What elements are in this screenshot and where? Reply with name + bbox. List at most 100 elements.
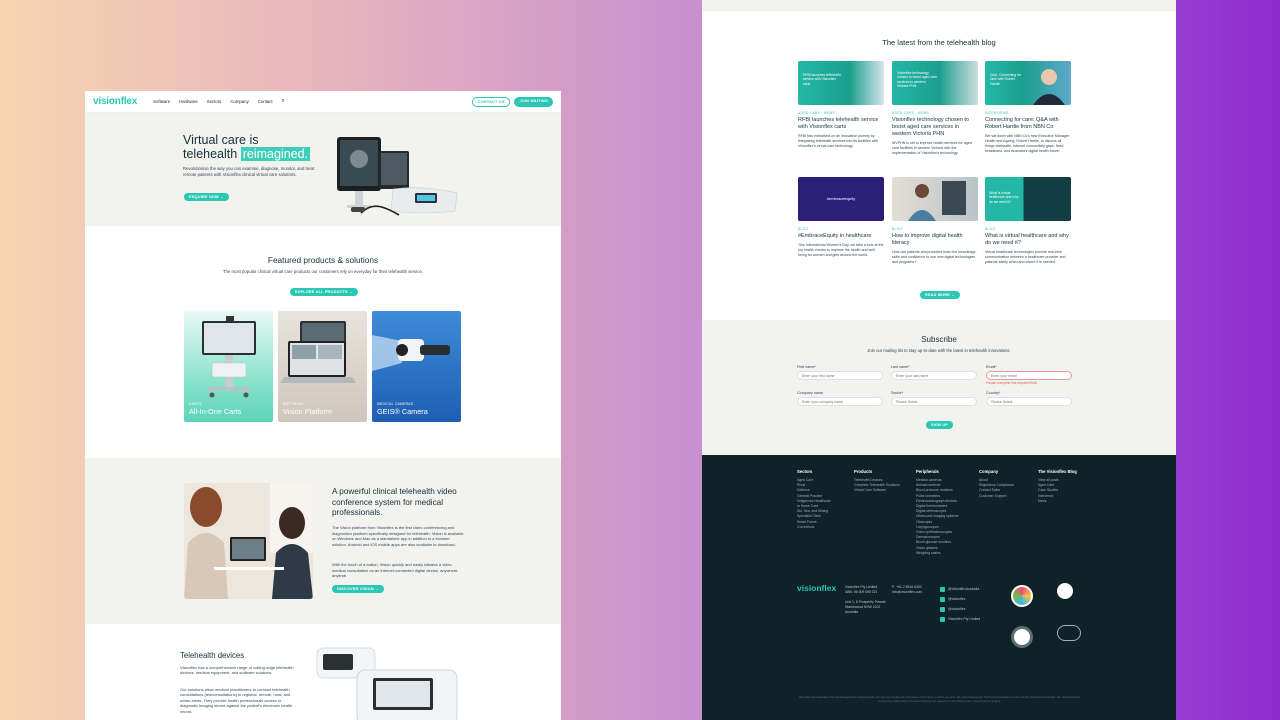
twitter-link[interactable]: @visionflex	[940, 604, 980, 614]
blog-excerpt: RFBI has embarked on an innovative journ…	[798, 134, 879, 148]
footer-col-blog: The Visionflex Blog View all posts Aged …	[1038, 469, 1077, 504]
footer-link[interactable]: Virtual Care Software	[854, 488, 900, 493]
telehealth-devices-section: Telehealth devices Visionflex has a comp…	[85, 624, 561, 720]
featured-products-section: Featured products & solutions The most p…	[85, 226, 561, 458]
blog-card[interactable]: RFBI launches telehealth service with Vi…	[798, 61, 884, 149]
blog-tag: INTERVIEWS	[985, 111, 1009, 115]
blog-tag: AGED CARE · NEWS	[798, 111, 836, 115]
contact-us-button[interactable]: CONTACT US	[471, 96, 511, 107]
nav-item-sectors[interactable]: Sectors	[207, 99, 222, 104]
country-select[interactable]	[986, 397, 1072, 406]
card-title: All-In-One Carts	[189, 407, 242, 416]
card-tag: MEDICAL CAMERAS	[377, 402, 414, 406]
facebook-icon	[940, 586, 945, 592]
blog-excerpt: WVPHN is set to improve health services …	[892, 141, 972, 155]
explore-products-button[interactable]: EXPLORE ALL PRODUCTS →	[290, 288, 358, 296]
product-card-carts[interactable]: CARTS All-In-One Carts	[184, 311, 273, 422]
product-card-vision[interactable]: SOFTWARE Vision Platform	[278, 311, 367, 422]
footer-link[interactable]: Blood pressure monitors	[916, 488, 959, 493]
blog-post-title[interactable]: Connecting for care: Q&A with Robert Har…	[985, 117, 1071, 131]
blog-tag: BLOG	[798, 227, 809, 231]
footer-col-company: Company About Regulatory Compliance Cont…	[979, 469, 1015, 499]
blog-card-image: What is virtual healthcare and why do we…	[985, 177, 1071, 221]
devices-body-2: Our solutions allow medical practitioner…	[180, 687, 293, 714]
blog-post-title[interactable]: Visionflex technology chosen to boost ag…	[892, 117, 978, 138]
featured-subtitle: The most popular clinical virtual care p…	[222, 269, 424, 274]
homepage-preview: visionflex Software Hardware Sectors Com…	[85, 91, 561, 720]
footer-col-products: Products Telehealth Devices Complete Tel…	[854, 469, 900, 493]
footer-link[interactable]: Corrections	[797, 525, 831, 530]
youtube-link[interactable]: Visionflex Pty Limited	[940, 614, 980, 624]
vision-body-2: With the touch of a button, Vision quick…	[332, 562, 459, 579]
hero-body: Revolutionise the way you can examine, d…	[183, 166, 315, 177]
read-more-button[interactable]: READ MORE →	[920, 291, 961, 299]
search-icon[interactable]: ⌕	[282, 98, 285, 105]
blog-card[interactable]: Q&A: Connecting for care with Robert Har…	[985, 61, 1071, 154]
blog-tag: BLOG	[985, 227, 996, 231]
vision-title: A powerful clinical telehealth video con…	[332, 487, 457, 517]
hero-section: Virtual care is telehealth reimagined. R…	[85, 113, 561, 226]
footer: Sectors Aged Care Rural Defence General …	[702, 455, 1176, 720]
blog-footer-preview: The latest from the telehealth blog RFBI…	[702, 0, 1176, 720]
join-button[interactable]: JOIN WAITING	[514, 96, 553, 107]
last-name-input[interactable]	[891, 371, 977, 380]
blog-post-title[interactable]: #EmbraceEquity in healthcare	[798, 233, 884, 240]
blog-card[interactable]: BLOG How to improve digital health liter…	[892, 177, 978, 265]
blog-excerpt: Virtual healthcare technologies provide …	[985, 250, 1066, 264]
social-links: @VisionflexAustralia @visionflex @vision…	[940, 584, 980, 624]
company-address: Unit 1, 8 Prosperity Parade Warriewood N…	[845, 600, 886, 614]
company-input[interactable]	[797, 397, 883, 406]
subscribe-description: Join our mailing list to stay up-to-date…	[867, 348, 1011, 353]
devices-body-1: Visionflex has a comprehensive range of …	[180, 665, 294, 676]
email-input[interactable]	[986, 371, 1072, 380]
brand-logo[interactable]: visionflex	[93, 96, 137, 107]
product-card-camera[interactable]: MEDICAL CAMERAS GEIS® Camera	[372, 311, 461, 422]
first-name-field: First name*	[797, 365, 883, 380]
instagram-link[interactable]: @visionflex	[940, 594, 980, 604]
vision-section: A powerful clinical telehealth video con…	[85, 458, 561, 624]
blog-card[interactable]: What is virtual healthcare and why do we…	[985, 177, 1071, 265]
blog-card-image: Q&A: Connecting for care with Robert Har…	[985, 61, 1071, 105]
blog-post-title[interactable]: How to improve digital health literacy	[892, 233, 978, 247]
blog-card-image: Visionflex technology chosen to boost ag…	[892, 61, 978, 105]
sign-up-button[interactable]: SIGN UP	[926, 421, 954, 429]
country-field: Country*	[986, 391, 1072, 406]
footer-link[interactable]: News	[1038, 499, 1077, 504]
nav-item-hardware[interactable]: Hardware	[179, 99, 198, 104]
certification-badge-icon	[1011, 585, 1033, 607]
telehealth-device-image	[337, 137, 458, 216]
footer-link[interactable]: Ultrasound imaging systems	[916, 514, 959, 519]
blog-post-title[interactable]: What is virtual healthcare and why do we…	[985, 233, 1071, 247]
certification-seal-icon	[1011, 626, 1033, 648]
blog-post-title[interactable]: RFBI launches telehealth service with Vi…	[798, 117, 884, 131]
nav-item-contact[interactable]: Contact	[258, 99, 273, 104]
sector-field: Sector*	[891, 391, 977, 406]
twitter-icon	[940, 606, 945, 612]
blog-excerpt: How can patients and providers learn the…	[892, 250, 977, 264]
footer-logo[interactable]: visionflex	[797, 583, 836, 593]
email-error: Please complete this required field.	[986, 381, 1038, 385]
blog-card[interactable]: #embraceequity BLOG #EmbraceEquity in he…	[798, 177, 884, 258]
blog-tag: AGED CARE · NEWS	[892, 111, 930, 115]
telehealth-devices-image	[316, 647, 458, 720]
devices-title: Telehealth devices	[180, 651, 245, 660]
vision-body-1: The Vision platform from Visionflex is t…	[332, 525, 464, 547]
blog-card[interactable]: Visionflex technology chosen to boost ag…	[892, 61, 978, 156]
nav-item-software[interactable]: Software	[153, 99, 170, 104]
sector-select[interactable]	[891, 397, 977, 406]
discover-vision-button[interactable]: DISCOVER VISION →	[332, 585, 385, 593]
footer-link[interactable]: Weighing scales	[916, 551, 959, 556]
enquire-now-button[interactable]: ENQUIRE NOW →	[184, 193, 230, 201]
top-band	[702, 0, 1176, 11]
partner-logo-icon	[1057, 583, 1073, 599]
featured-title: Featured products & solutions	[267, 255, 379, 265]
facebook-link[interactable]: @VisionflexAustralia	[940, 584, 980, 594]
blog-card-image: #embraceequity	[798, 177, 884, 221]
footer-link[interactable]: Customer Support	[979, 494, 1014, 499]
youtube-icon	[940, 616, 945, 622]
video-consultation-photo	[184, 483, 313, 599]
instagram-icon	[940, 596, 945, 602]
nav-item-company[interactable]: Company	[230, 99, 248, 104]
email-link[interactable]: info@visionflex.com	[892, 590, 922, 595]
first-name-input[interactable]	[797, 371, 883, 380]
